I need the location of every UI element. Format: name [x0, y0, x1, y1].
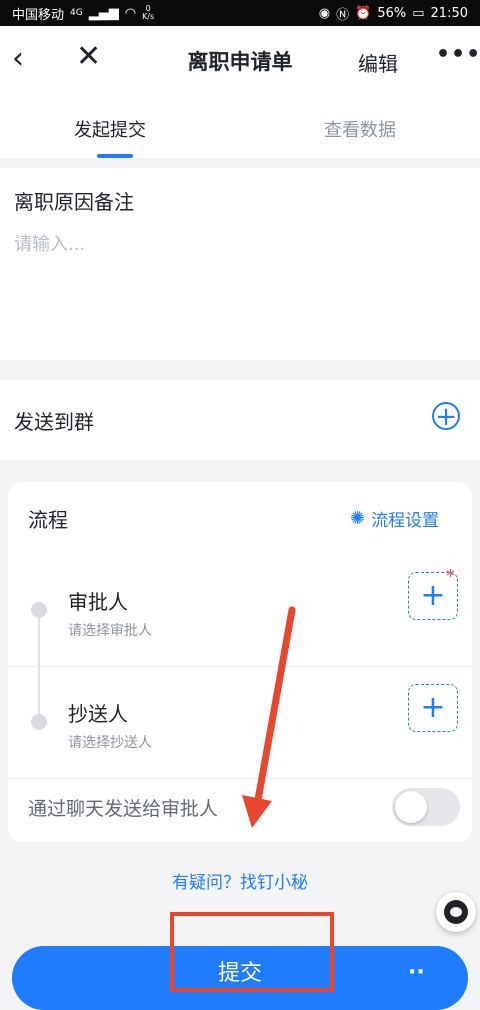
annotation-highlight-box: [170, 912, 334, 992]
annotation-arrow: [242, 606, 296, 828]
